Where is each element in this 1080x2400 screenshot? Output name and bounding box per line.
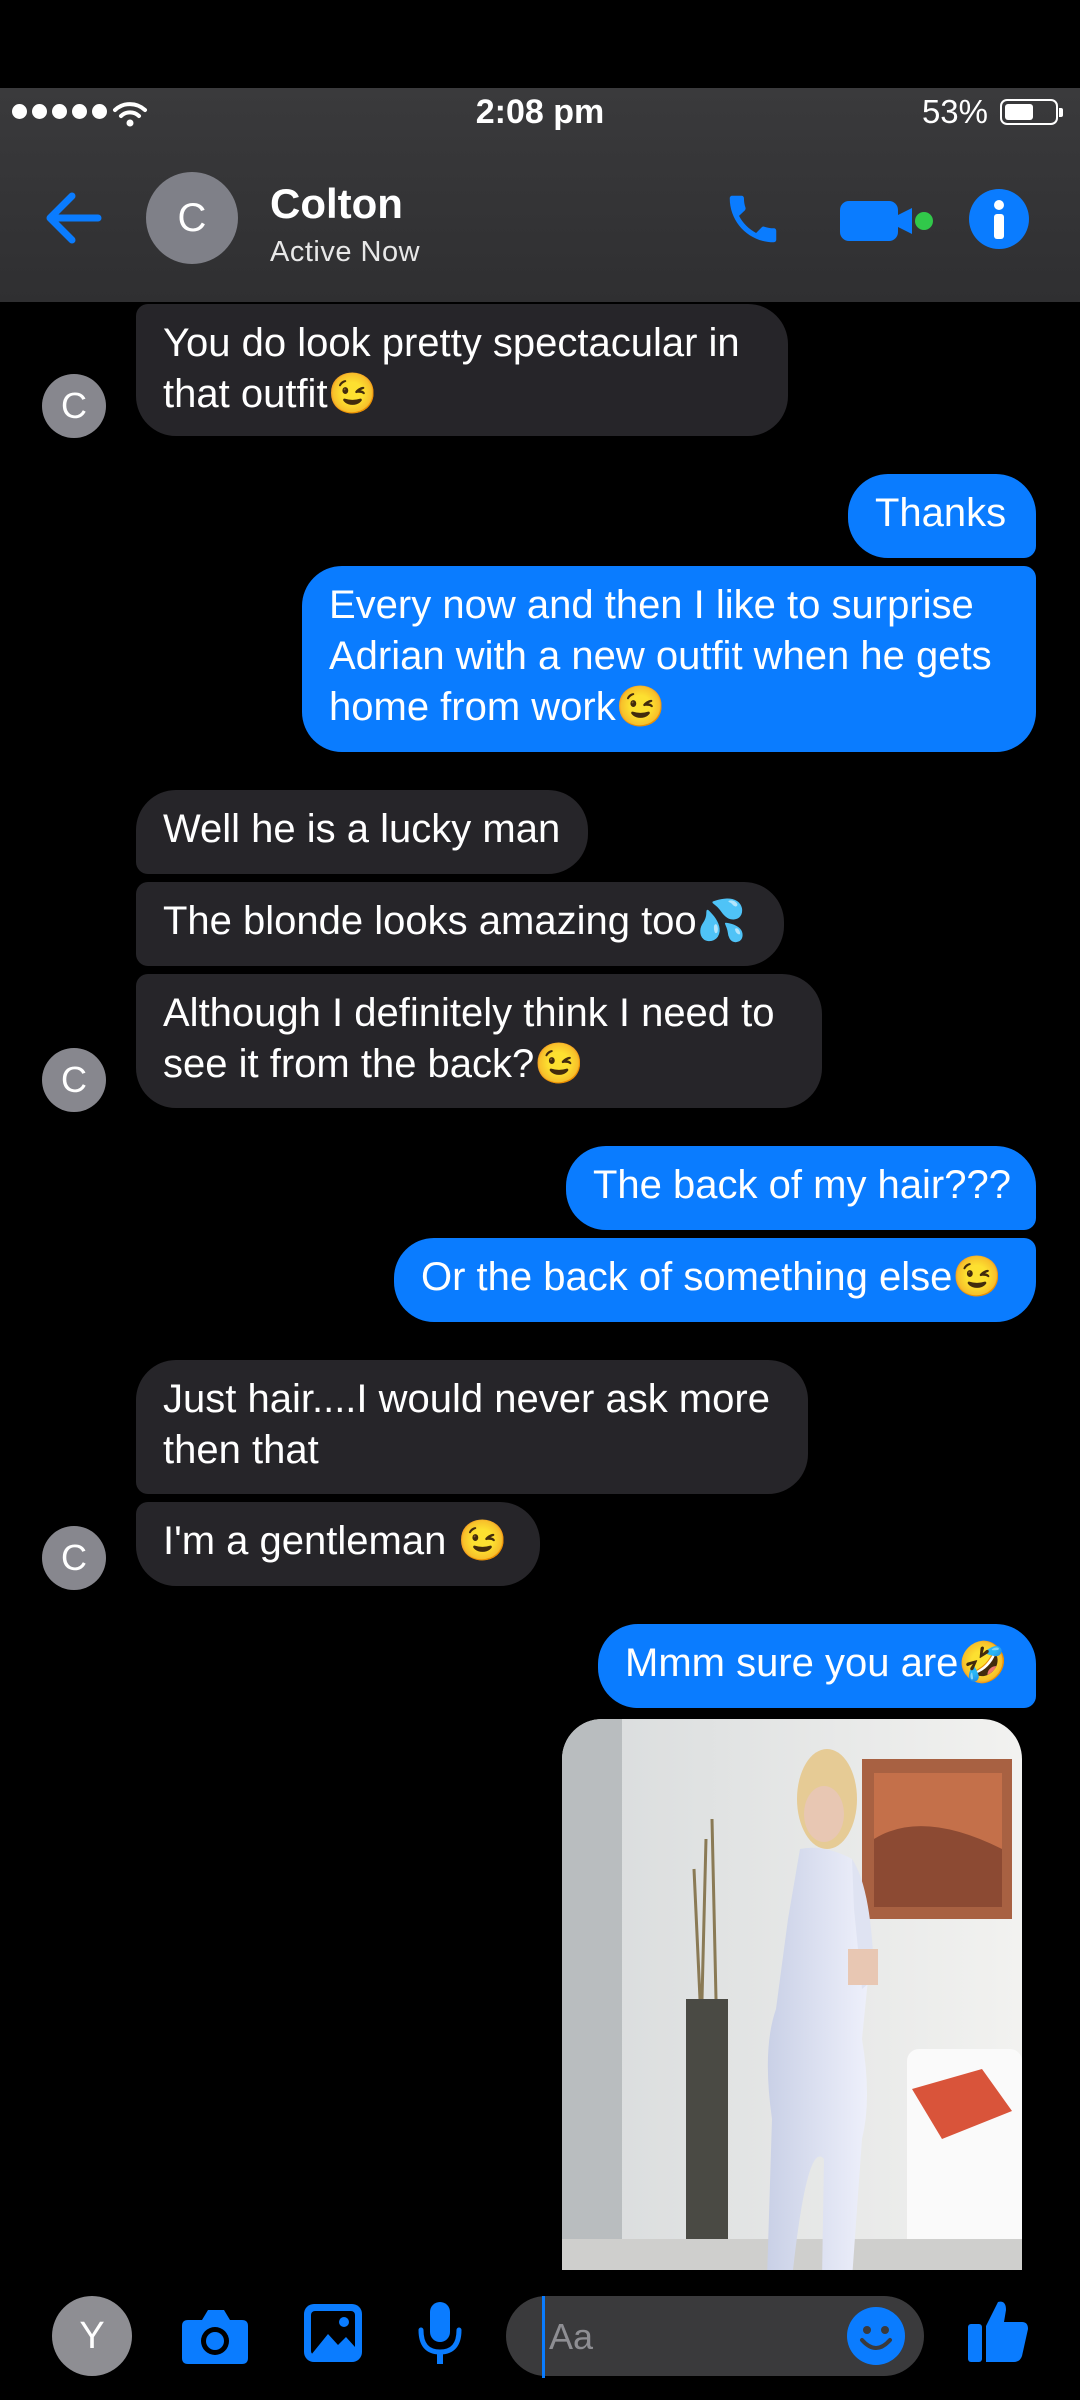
microphone-icon[interactable] — [416, 2300, 464, 2368]
contact-name[interactable]: Colton — [270, 180, 403, 228]
thumbs-up-icon[interactable] — [966, 2298, 1030, 2364]
message-input[interactable] — [542, 2296, 851, 2378]
gallery-icon[interactable] — [302, 2302, 364, 2364]
top-black-band — [0, 0, 1080, 88]
sent-photo[interactable] — [562, 1719, 1022, 2270]
info-icon[interactable] — [968, 188, 1030, 250]
camera-icon[interactable] — [180, 2306, 250, 2366]
outgoing-message[interactable]: The back of my hair??? — [566, 1146, 1036, 1230]
outgoing-message[interactable]: Every now and then I like to surprise Ad… — [302, 566, 1036, 752]
contact-avatar-small[interactable]: C — [42, 1048, 106, 1112]
video-call-icon[interactable] — [838, 195, 934, 245]
incoming-message[interactable]: The blonde looks amazing too💦 — [136, 882, 784, 966]
outgoing-message[interactable]: Mmm sure you are🤣 — [598, 1624, 1036, 1708]
incoming-message[interactable]: Well he is a lucky man — [136, 790, 588, 874]
contact-avatar-small[interactable]: C — [42, 1526, 106, 1590]
incoming-message[interactable]: I'm a gentleman 😉 — [136, 1502, 540, 1586]
incoming-message[interactable]: You do look pretty spectacular in that o… — [136, 304, 788, 436]
message-thread[interactable]: You do look pretty spectacular in that o… — [0, 302, 1080, 2270]
contact-avatar[interactable]: C — [146, 172, 238, 264]
status-bar: 2:08 pm 53% — [0, 88, 1080, 140]
incoming-message[interactable]: Although I definitely think I need to se… — [136, 974, 822, 1108]
battery-percent: 53% — [921, 93, 988, 130]
phone-call-icon[interactable] — [722, 188, 784, 250]
contact-active-status: Active Now — [270, 236, 421, 268]
user-avatar[interactable]: Y — [52, 2296, 132, 2376]
contact-avatar-small[interactable]: C — [42, 374, 106, 438]
incoming-message[interactable]: Just hair....I would never ask more then… — [136, 1360, 808, 1494]
outgoing-message[interactable]: Or the back of something else😉 — [394, 1238, 1036, 1322]
back-arrow-icon[interactable] — [42, 186, 104, 250]
status-time: 2:08 pm — [475, 93, 605, 131]
composer-bar: Y — [0, 2270, 1080, 2400]
message-composer[interactable] — [506, 2296, 924, 2378]
emoji-icon[interactable] — [846, 2306, 906, 2366]
battery-icon — [1000, 99, 1063, 125]
outgoing-message[interactable]: Thanks — [848, 474, 1036, 558]
